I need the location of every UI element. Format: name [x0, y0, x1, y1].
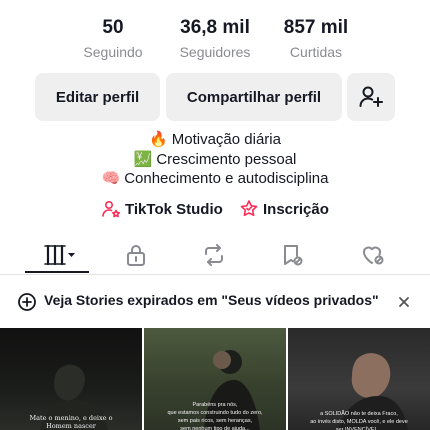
brain-icon: 🧠	[101, 170, 121, 187]
video-caption: Mate o menino, e deixe o Homem nascer	[29, 414, 113, 430]
lock-icon	[127, 245, 145, 266]
tab-private[interactable]	[106, 236, 166, 274]
add-friend-button[interactable]	[347, 73, 395, 121]
profile-bio: 🔥 Motivação diária 💹 Crescimento pessoal 🧠…	[0, 130, 430, 189]
tabs-divider	[0, 274, 430, 275]
bookmark-icon	[284, 245, 303, 266]
video-thumbnail[interactable]: a SOLIDÃO não te deixa Fraco, ao invés d…	[288, 328, 430, 430]
bio-line: 🧠 Conhecimento e autodisciplina	[0, 169, 430, 189]
stat-followers[interactable]: 36,8 mil Seguidores	[165, 16, 265, 62]
video-caption: Parabéns pra nós, que estamos construind…	[167, 402, 263, 430]
subscription-label: Inscrição	[263, 200, 329, 218]
expired-stories-banner[interactable]: Veja Stories expirados em "Seus vídeos p…	[0, 280, 430, 324]
bio-line: 💹 Crescimento pessoal	[0, 150, 430, 170]
bio-line-text: Crescimento pessoal	[156, 150, 297, 168]
share-profile-button[interactable]: Compartilhar perfil	[166, 73, 342, 121]
edit-profile-button[interactable]: Editar perfil	[35, 73, 160, 121]
tab-favorites[interactable]	[262, 236, 322, 274]
subscription-link[interactable]: Inscrição	[239, 199, 329, 219]
stat-likes[interactable]: 857 mil Curtidas	[266, 16, 366, 62]
repost-icon	[205, 244, 223, 266]
tab-liked[interactable]	[343, 236, 403, 274]
stat-following[interactable]: 50 Seguindo	[63, 16, 163, 62]
profile-stats: 50 Seguindo 36,8 mil Seguidores 857 mil …	[0, 16, 430, 64]
heart-icon	[363, 246, 384, 265]
bio-line-text: Conhecimento e autodisciplina	[124, 170, 329, 187]
video-thumbnail[interactable]: Parabéns pra nós, que estamos construind…	[144, 328, 286, 430]
active-tab-indicator	[25, 271, 89, 273]
fire-icon: 🔥	[149, 131, 168, 148]
banner-message: Veja Stories expirados em "Seus vídeos p…	[44, 292, 379, 308]
studio-icon	[102, 200, 120, 218]
video-thumbnail[interactable]: Mate o menino, e deixe o Homem nascer	[0, 328, 142, 430]
followers-label: Seguidores	[179, 44, 251, 60]
likes-label: Curtidas	[289, 44, 343, 60]
bio-line-text: Motivação diária	[171, 131, 281, 148]
add-story-icon	[18, 293, 36, 311]
tiktok-studio-link[interactable]: TikTok Studio	[101, 199, 223, 219]
grid-icon	[44, 244, 75, 266]
bio-line: 🔥 Motivação diária	[0, 130, 430, 150]
tab-reposts[interactable]	[184, 236, 244, 274]
video-caption: a SOLIDÃO não te deixa Fraco, ao invés d…	[310, 411, 408, 430]
profile-links: TikTok Studio Inscrição	[0, 199, 430, 221]
followers-count: 36,8 mil	[180, 17, 250, 38]
following-count: 50	[102, 17, 124, 38]
following-label: Seguindo	[83, 44, 143, 60]
chart-icon: 💹	[133, 150, 153, 168]
likes-count: 857 mil	[283, 17, 349, 38]
add-user-icon	[359, 86, 383, 107]
close-icon[interactable]	[395, 293, 413, 311]
tiktok-studio-label: TikTok Studio	[125, 200, 223, 218]
profile-tabs	[0, 236, 430, 274]
video-grid: Mate o menino, e deixe o Homem nascer Pa…	[0, 328, 430, 430]
profile-actions: Editar perfil Compartilhar perfil	[0, 73, 430, 123]
subscription-icon	[240, 200, 258, 217]
tab-videos[interactable]	[30, 236, 90, 274]
